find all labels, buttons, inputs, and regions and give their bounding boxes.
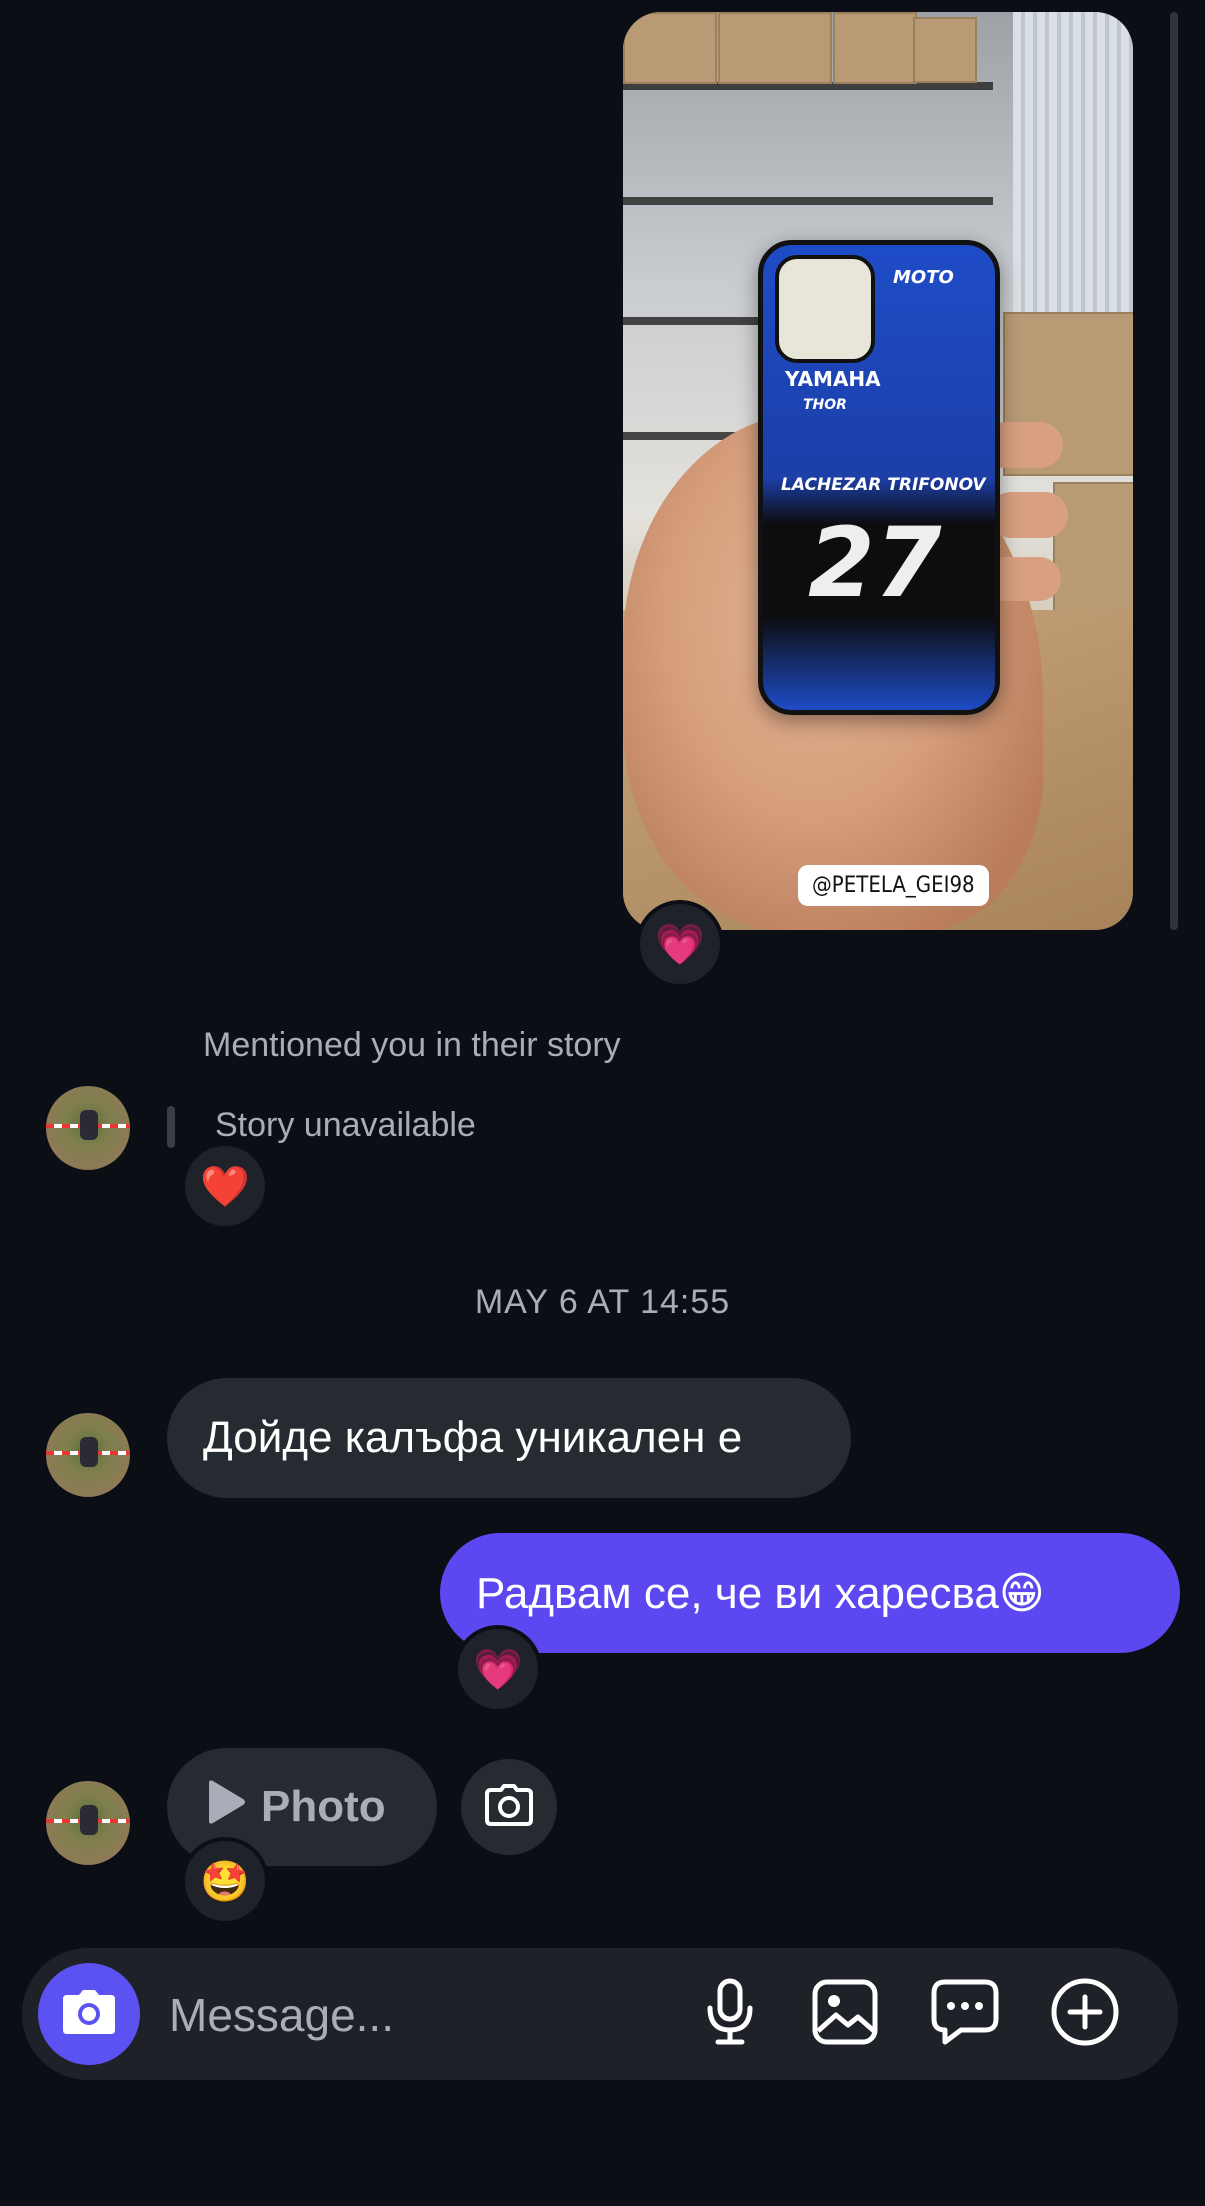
- reaction-emoji[interactable]: 💗: [454, 1625, 542, 1713]
- avatar[interactable]: [46, 1781, 130, 1865]
- camera-icon: [61, 1988, 117, 2041]
- play-icon: [203, 1779, 247, 1836]
- message-text: Радвам се, че ви харесва😁: [476, 1568, 1045, 1618]
- add-button[interactable]: [1049, 1978, 1121, 2050]
- reaction-emoji[interactable]: 💗: [636, 900, 724, 988]
- story-status: Story unavailable: [215, 1106, 476, 1144]
- story-photo[interactable]: MOTO YAMAHA THOR LACHEZAR TRIFONOV 27 @P…: [623, 12, 1133, 930]
- message-bubble-outgoing[interactable]: Радвам се, че ви харесва😁: [440, 1533, 1180, 1653]
- scrollbar[interactable]: [1170, 12, 1178, 930]
- chat-button[interactable]: [929, 1978, 1001, 2050]
- message-text: Дойде калъфа уникален е: [203, 1413, 743, 1462]
- photo-label: Photo: [261, 1782, 386, 1831]
- date-separator: MAY 6 AT 14:55: [474, 1283, 731, 1321]
- story-quote-bar: [167, 1106, 175, 1148]
- story-mention-label: Mentioned you in their story: [203, 1026, 621, 1064]
- avatar[interactable]: [46, 1413, 130, 1497]
- mention-tag[interactable]: @PETELA_GEI98: [798, 865, 989, 906]
- message-input[interactable]: [167, 1981, 671, 2049]
- view-photo-button[interactable]: [461, 1759, 557, 1855]
- camera-button[interactable]: [38, 1963, 140, 2065]
- camera-icon: [485, 1783, 533, 1831]
- chat-bubble-icon: [931, 1979, 999, 2050]
- plus-icon: [1050, 1977, 1120, 2052]
- gallery-icon: [812, 1979, 878, 2050]
- gallery-button[interactable]: [809, 1978, 881, 2050]
- microphone-button[interactable]: [694, 1978, 766, 2050]
- avatar[interactable]: [46, 1086, 130, 1170]
- message-bubble-incoming[interactable]: Дойде калъфа уникален е: [167, 1378, 851, 1498]
- message-composer: [22, 1948, 1178, 2080]
- microphone-icon: [702, 1978, 758, 2051]
- reaction-emoji[interactable]: ❤️: [181, 1142, 269, 1230]
- reaction-emoji[interactable]: 🤩: [181, 1837, 269, 1925]
- phone-case: MOTO YAMAHA THOR LACHEZAR TRIFONOV 27: [758, 240, 1000, 715]
